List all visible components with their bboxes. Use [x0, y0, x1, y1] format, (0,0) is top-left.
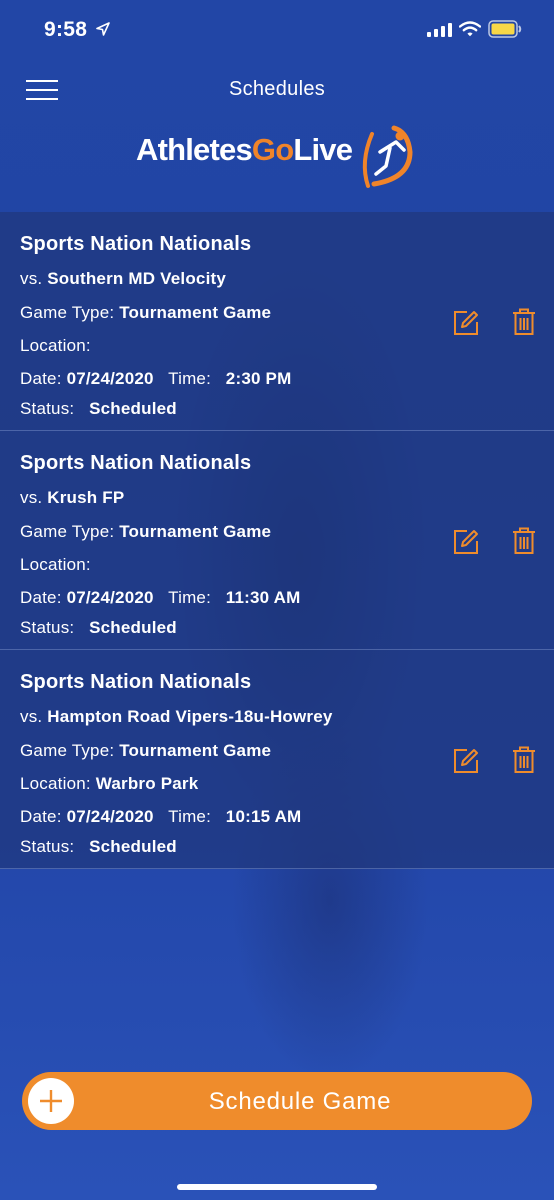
home-indicator[interactable]	[177, 1184, 377, 1190]
game-type-line: Game Type: Tournament Game	[20, 741, 272, 760]
game-type-value: Tournament Game	[119, 522, 272, 541]
opponent-line: vs. Hampton Road Vipers-18u-Howrey	[20, 707, 333, 726]
app-header: Schedules AthletesGoLive	[0, 62, 554, 212]
time-value: 2:30 PM	[225, 369, 292, 388]
game-type-value: Tournament Game	[119, 741, 272, 760]
location-value: Warbro Park	[95, 774, 199, 793]
status-line: Status: Scheduled	[20, 618, 177, 637]
game-card[interactable]: Sports Nation Nationals vs. Krush FP Gam…	[0, 431, 554, 650]
time-value: 10:15 AM	[225, 807, 302, 826]
schedule-game-button[interactable]: Schedule Game	[22, 1072, 532, 1130]
date-time-line: Date: 07/24/2020 Time: 2:30 PM	[20, 369, 292, 388]
time-value: 11:30 AM	[225, 588, 301, 607]
status-bar: 9:58	[0, 0, 554, 62]
athletes-go-live-logo: AthletesGoLive	[136, 122, 426, 202]
status-time: 9:58	[44, 18, 88, 41]
opponent-name: Southern MD Velocity	[47, 269, 227, 288]
game-list: Sports Nation Nationals vs. Southern MD …	[0, 212, 554, 869]
opponent-line: vs. Krush FP	[20, 488, 125, 507]
edit-icon[interactable]	[453, 748, 479, 774]
trash-icon[interactable]	[512, 308, 536, 336]
game-card[interactable]: Sports Nation Nationals vs. Southern MD …	[0, 212, 554, 431]
event-name: Sports Nation Nationals	[20, 452, 252, 474]
date-value: 07/24/2020	[66, 369, 154, 388]
game-type-line: Game Type: Tournament Game	[20, 522, 272, 541]
game-type-value: Tournament Game	[119, 303, 272, 322]
game-card[interactable]: Sports Nation Nationals vs. Hampton Road…	[0, 650, 554, 869]
battery-icon	[488, 20, 522, 38]
status-line: Status: Scheduled	[20, 837, 177, 856]
edit-icon[interactable]	[453, 310, 479, 336]
date-value: 07/24/2020	[66, 807, 154, 826]
opponent-line: vs. Southern MD Velocity	[20, 269, 227, 288]
signal-icon	[427, 23, 452, 37]
opponent-name: Hampton Road Vipers-18u-Howrey	[47, 707, 333, 726]
status-value: Scheduled	[89, 837, 177, 856]
location-line: Location:	[20, 336, 91, 355]
status-value: Scheduled	[89, 399, 177, 418]
status-value: Scheduled	[89, 618, 177, 637]
status-line: Status: Scheduled	[20, 399, 177, 418]
logo-mark-icon	[362, 125, 413, 188]
location-arrow-icon	[96, 22, 110, 36]
event-name: Sports Nation Nationals	[20, 671, 252, 693]
date-time-line: Date: 07/24/2020 Time: 11:30 AM	[20, 588, 301, 607]
date-value: 07/24/2020	[66, 588, 154, 607]
date-time-line: Date: 07/24/2020 Time: 10:15 AM	[20, 807, 302, 826]
schedule-game-label: Schedule Game	[208, 1088, 392, 1115]
location-line: Location: Warbro Park	[20, 774, 199, 793]
page-title: Schedules	[228, 78, 326, 100]
trash-icon[interactable]	[512, 746, 536, 774]
opponent-name: Krush FP	[47, 488, 125, 507]
game-type-line: Game Type: Tournament Game	[20, 303, 272, 322]
wifi-icon	[459, 21, 481, 37]
location-line: Location:	[20, 555, 91, 574]
edit-icon[interactable]	[453, 529, 479, 555]
trash-icon[interactable]	[512, 527, 536, 555]
event-name: Sports Nation Nationals	[20, 233, 252, 255]
logo-wordmark: AthletesGoLive	[136, 132, 353, 167]
